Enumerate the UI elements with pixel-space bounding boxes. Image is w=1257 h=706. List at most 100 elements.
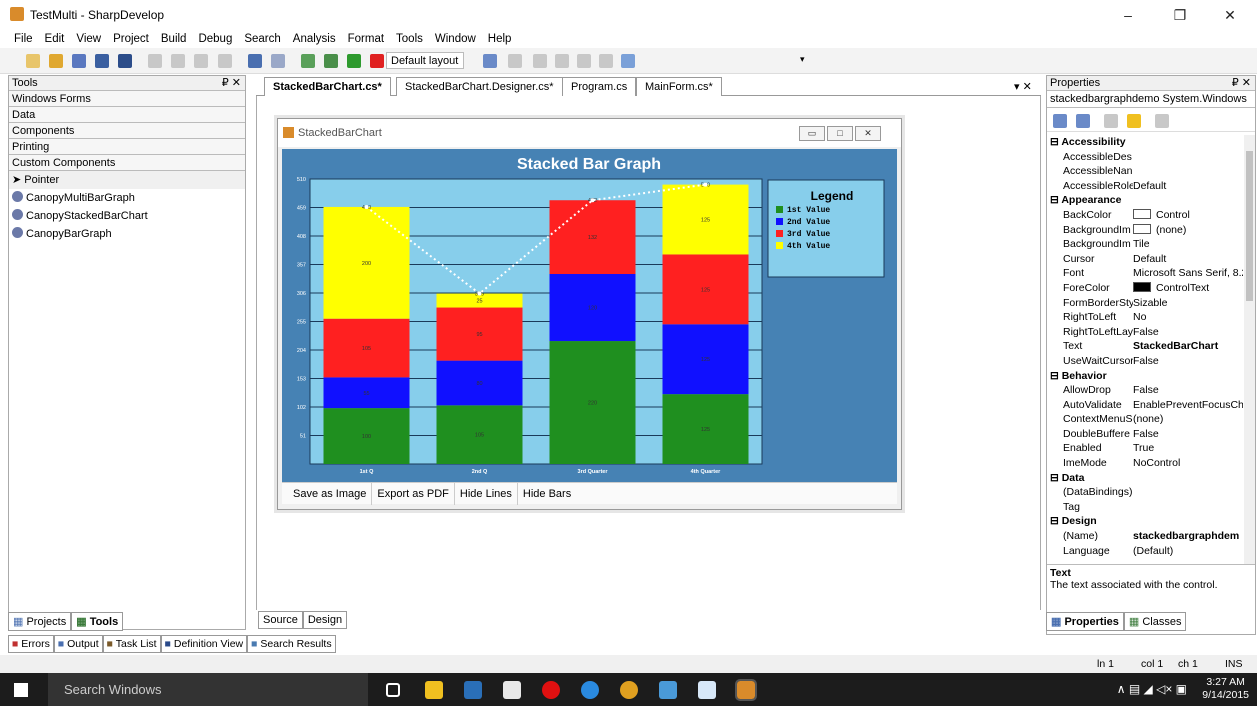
property-value-cell[interactable]: StackedBarChart [1133, 339, 1243, 354]
chrome-icon[interactable] [620, 681, 638, 699]
close-button[interactable]: ✕ [1207, 0, 1253, 30]
start-button-icon[interactable] [14, 683, 28, 697]
property-value-cell[interactable]: (none) [1133, 223, 1243, 238]
delete-icon[interactable] [217, 54, 232, 68]
collapse-icon[interactable]: ⊟ [1050, 136, 1061, 148]
property-row[interactable]: BackgroundIm Tile [1047, 237, 1245, 252]
property-category[interactable]: ⊟ Data [1047, 470, 1245, 486]
taskbar-clock[interactable]: 3:27 AM 9/14/2015 [1202, 676, 1249, 702]
tool-item-pointer[interactable]: ➤ Pointer [9, 171, 245, 189]
stacked-bar-chart-control[interactable]: Stacked Bar Graph 51 102 153 204 255 306 357 408… [282, 149, 897, 482]
tab-stacked-bar-chart-cs[interactable]: StackedBarChart.cs* [264, 77, 391, 96]
file-explorer-icon[interactable] [425, 681, 443, 699]
tab-classes[interactable]: ▦ Classes [1123, 612, 1187, 631]
properties-view-icon[interactable] [1104, 114, 1119, 128]
property-row[interactable]: ContextMenuS(none) [1047, 412, 1245, 427]
tools-pin-close[interactable]: ₽ ✕ [222, 76, 241, 91]
system-tray-icons[interactable]: ∧ ▤ ◢ ◁× ▣ [1117, 682, 1187, 696]
tool-category-data[interactable]: Data [9, 107, 245, 123]
property-row[interactable]: DoubleBuffere False [1047, 427, 1245, 442]
property-row[interactable]: UseWaitCursorFalse [1047, 354, 1245, 369]
property-row[interactable]: Text StackedBarChart [1047, 339, 1245, 354]
notes-app-icon[interactable] [698, 681, 716, 699]
document-tabs-menu-close[interactable]: ▾ ✕ [1014, 80, 1032, 93]
property-row[interactable]: ImeMode NoControl [1047, 456, 1245, 471]
open-project-icon[interactable] [72, 54, 87, 68]
menu-view[interactable]: View [70, 30, 107, 48]
navigate-back-icon[interactable] [483, 54, 497, 68]
cut-icon[interactable] [148, 54, 163, 68]
bookmark-icon[interactable] [555, 54, 569, 68]
property-pages-icon[interactable] [1155, 114, 1170, 128]
next-bookmark-icon[interactable] [599, 54, 613, 68]
export-as-pdf-button[interactable]: Export as PDF [372, 483, 455, 505]
property-row[interactable]: RightToLeft No [1047, 310, 1245, 325]
collapse-icon[interactable]: ⊟ [1050, 194, 1061, 206]
find-icon[interactable] [621, 54, 635, 68]
property-value-cell[interactable]: Sizable [1133, 296, 1243, 311]
menu-tools[interactable]: Tools [390, 30, 429, 48]
scrollbar-thumb[interactable] [1246, 151, 1253, 301]
property-row[interactable]: AccessibleRoleDefault [1047, 179, 1245, 194]
menu-window[interactable]: Window [429, 30, 482, 48]
build-icon[interactable] [300, 54, 315, 68]
categorized-icon[interactable] [1053, 114, 1067, 128]
paste-icon[interactable] [194, 54, 209, 68]
collapse-icon[interactable]: ⊟ [1050, 370, 1062, 382]
property-row[interactable]: Tag [1047, 500, 1245, 515]
app-icon[interactable] [659, 681, 677, 699]
properties-pin-close[interactable]: ₽ ✕ [1232, 76, 1251, 91]
property-value-cell[interactable]: EnablePreventFocusCha [1133, 398, 1243, 413]
tab-task-list[interactable]: ■ Task List [102, 635, 161, 653]
edge-icon[interactable] [581, 681, 599, 699]
property-row[interactable]: AutoValidate EnablePreventFocusCha [1047, 398, 1245, 413]
menu-search[interactable]: Search [238, 30, 286, 48]
tab-program-cs[interactable]: Program.cs [562, 77, 637, 96]
property-row[interactable]: ForeColor ControlText [1047, 281, 1245, 296]
menu-format[interactable]: Format [342, 30, 390, 48]
property-row[interactable]: AccessibleDes [1047, 150, 1245, 165]
taskbar-search[interactable]: Search Windows [48, 673, 368, 706]
property-row[interactable]: Language (Default) [1047, 544, 1245, 559]
menu-file[interactable]: File [8, 30, 39, 48]
property-category[interactable]: ⊟ Behavior [1047, 368, 1245, 384]
tab-errors[interactable]: ■ Errors [8, 635, 54, 653]
property-grid-scrollbar[interactable] [1244, 135, 1255, 565]
property-row[interactable]: RightToLeftLayFalse [1047, 325, 1245, 340]
save-icon[interactable] [95, 54, 110, 68]
property-value-cell[interactable]: stackedbargraphdem [1133, 529, 1243, 544]
tab-stacked-bar-chart-designer-cs[interactable]: StackedBarChart.Designer.cs* [396, 77, 563, 96]
property-row[interactable]: AccessibleNan [1047, 164, 1245, 179]
tab-design[interactable]: Design [302, 611, 348, 629]
property-row[interactable]: (Name) stackedbargraphdem [1047, 529, 1245, 544]
property-value-cell[interactable]: False [1133, 427, 1243, 442]
tool-item-canopy-multi-bar-graph[interactable]: CanopyMultiBarGraph [9, 189, 245, 207]
run-icon[interactable] [346, 54, 361, 68]
property-value-cell[interactable]: Tile [1133, 237, 1243, 252]
collapse-icon[interactable]: ⊟ [1050, 515, 1062, 527]
property-value-cell[interactable]: False [1133, 383, 1243, 398]
property-value-cell[interactable]: False [1133, 354, 1243, 369]
tab-tools[interactable]: ▦ Tools [71, 612, 124, 631]
open-folder-icon[interactable] [49, 54, 64, 68]
object-selector[interactable]: stackedbargraphdemo System.Windows [1047, 91, 1255, 108]
new-file-icon[interactable] [26, 54, 40, 68]
tool-category-components[interactable]: Components [9, 123, 245, 139]
tab-search-results[interactable]: ■ Search Results [247, 635, 336, 653]
tool-item-canopy-stacked-bar-chart[interactable]: CanopyStackedBarChart [9, 207, 245, 225]
menu-analysis[interactable]: Analysis [287, 30, 342, 48]
property-value-cell[interactable]: (Default) [1133, 544, 1243, 559]
property-value-cell[interactable]: True [1133, 441, 1243, 456]
tab-definition-view[interactable]: ■ Definition View [160, 635, 248, 653]
designed-form[interactable]: StackedBarChart ▭ □ ✕ Stacked Bar Graph 5… [277, 118, 902, 510]
property-row[interactable]: FormBorderStySizable [1047, 296, 1245, 311]
tool-category-printing[interactable]: Printing [9, 139, 245, 155]
property-value-cell[interactable]: No [1133, 310, 1243, 325]
property-category[interactable]: ⊟ Accessibility [1047, 135, 1245, 150]
events-icon[interactable] [1127, 114, 1142, 128]
tab-source[interactable]: Source [258, 611, 303, 629]
property-row[interactable]: Enabled True [1047, 441, 1245, 456]
toolbar-dropdown-icon[interactable]: ▾ [800, 54, 805, 65]
property-category[interactable]: ⊟ Appearance [1047, 193, 1245, 208]
hide-bars-button[interactable]: Hide Bars [518, 483, 576, 505]
